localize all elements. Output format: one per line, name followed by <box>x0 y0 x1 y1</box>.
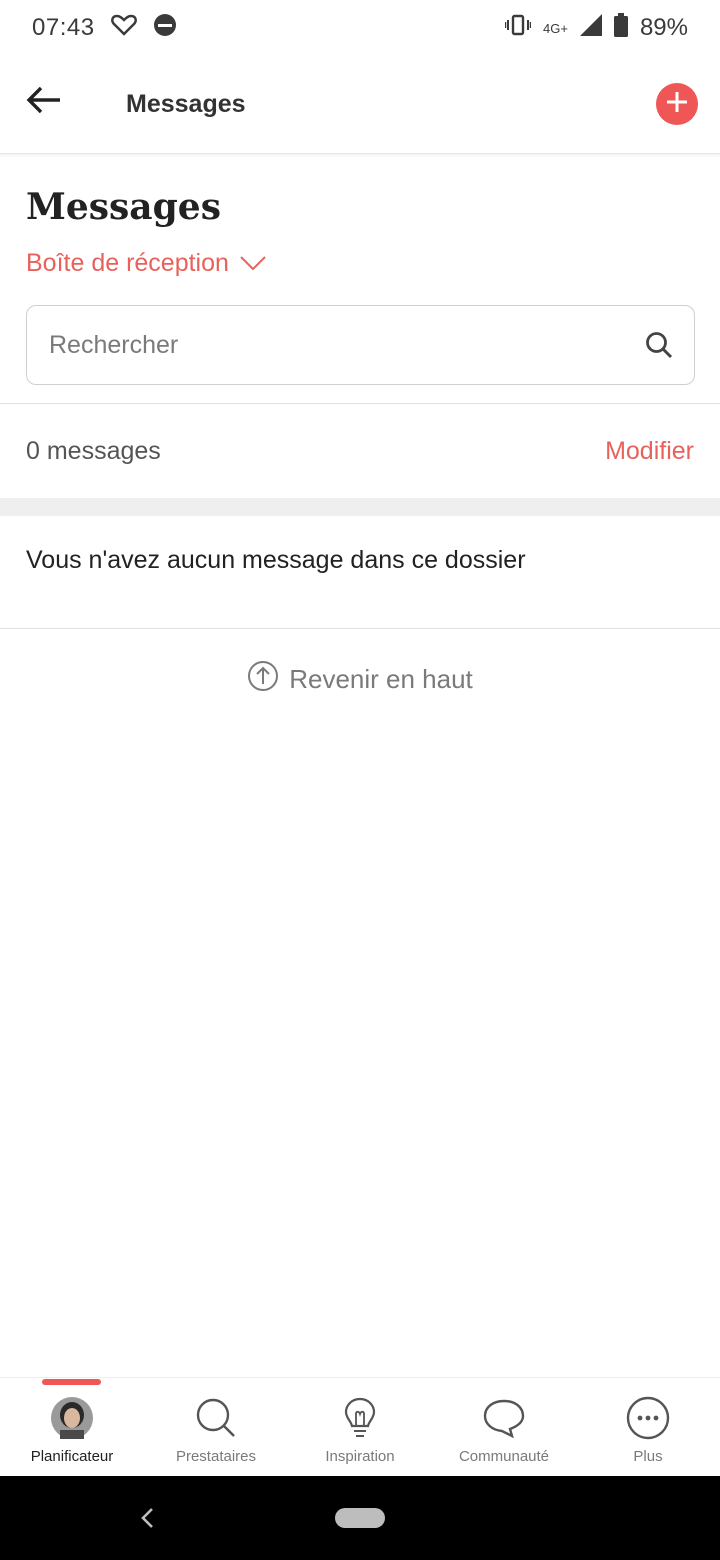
system-back-button[interactable] <box>136 1504 160 1532</box>
status-left: 07:43 <box>32 13 177 44</box>
back-to-top-button[interactable]: Revenir en haut <box>0 660 720 699</box>
nav-label: Prestataires <box>175 1448 257 1465</box>
heart-outline-icon <box>110 13 137 44</box>
nav-item-planificateur[interactable]: Planificateur <box>0 1378 144 1476</box>
lightbulb-icon <box>338 1396 382 1440</box>
folder-dropdown[interactable]: Boîte de réception <box>26 249 267 278</box>
nav-item-communaute[interactable]: Communauté <box>432 1378 576 1476</box>
back-to-top-label: Revenir en haut <box>289 664 473 694</box>
status-time: 07:43 <box>32 14 95 41</box>
arrow-up-circle-icon <box>247 660 279 699</box>
empty-state-text: Vous n'avez aucun message dans ce dossie… <box>26 546 526 574</box>
bottom-nav: Planificateur Prestataires Inspiration C… <box>0 1377 720 1476</box>
more-icon <box>626 1396 670 1440</box>
search-icon <box>194 1396 238 1440</box>
folder-dropdown-label: Boîte de réception <box>26 249 229 277</box>
nav-label: Communauté <box>458 1448 550 1465</box>
status-bar: 07:43 4G+ 89% <box>0 0 720 56</box>
page-title: Messages <box>26 186 221 228</box>
signal-icon <box>579 13 602 43</box>
plus-icon <box>665 90 689 119</box>
add-message-button[interactable] <box>656 83 698 125</box>
chevron-down-icon <box>239 249 267 278</box>
system-nav-bar <box>0 1476 720 1560</box>
chevron-left-icon <box>136 1508 160 1536</box>
search-box <box>26 305 695 385</box>
section-separator <box>0 498 720 516</box>
back-arrow-icon <box>26 85 62 120</box>
network-type: 4G+ <box>543 20 568 36</box>
message-count: 0 messages <box>26 436 161 465</box>
app-bar-title: Messages <box>126 90 246 118</box>
edit-button[interactable]: Modifier <box>605 437 694 466</box>
search-icon[interactable] <box>644 330 674 360</box>
battery-icon <box>613 12 628 44</box>
vibrate-icon <box>504 14 532 43</box>
battery-percent: 89% <box>639 14 688 41</box>
nav-item-plus[interactable]: Plus <box>576 1378 720 1476</box>
nav-label: Planificateur <box>30 1448 114 1465</box>
nav-label: Plus <box>633 1448 663 1465</box>
nav-label: Inspiration <box>325 1448 395 1465</box>
search-input[interactable] <box>47 329 644 361</box>
app-dot-icon <box>153 13 177 44</box>
back-button[interactable] <box>26 84 62 120</box>
divider <box>0 628 720 629</box>
app-bar: Messages <box>0 56 720 154</box>
status-right: 4G+ 89% <box>504 12 688 44</box>
avatar <box>50 1396 94 1440</box>
message-count-row: 0 messages Modifier <box>0 404 720 498</box>
active-indicator <box>42 1379 101 1385</box>
system-home-button[interactable] <box>335 1508 385 1528</box>
chat-bubble-icon <box>482 1396 526 1440</box>
nav-item-prestataires[interactable]: Prestataires <box>144 1378 288 1476</box>
nav-item-inspiration[interactable]: Inspiration <box>288 1378 432 1476</box>
